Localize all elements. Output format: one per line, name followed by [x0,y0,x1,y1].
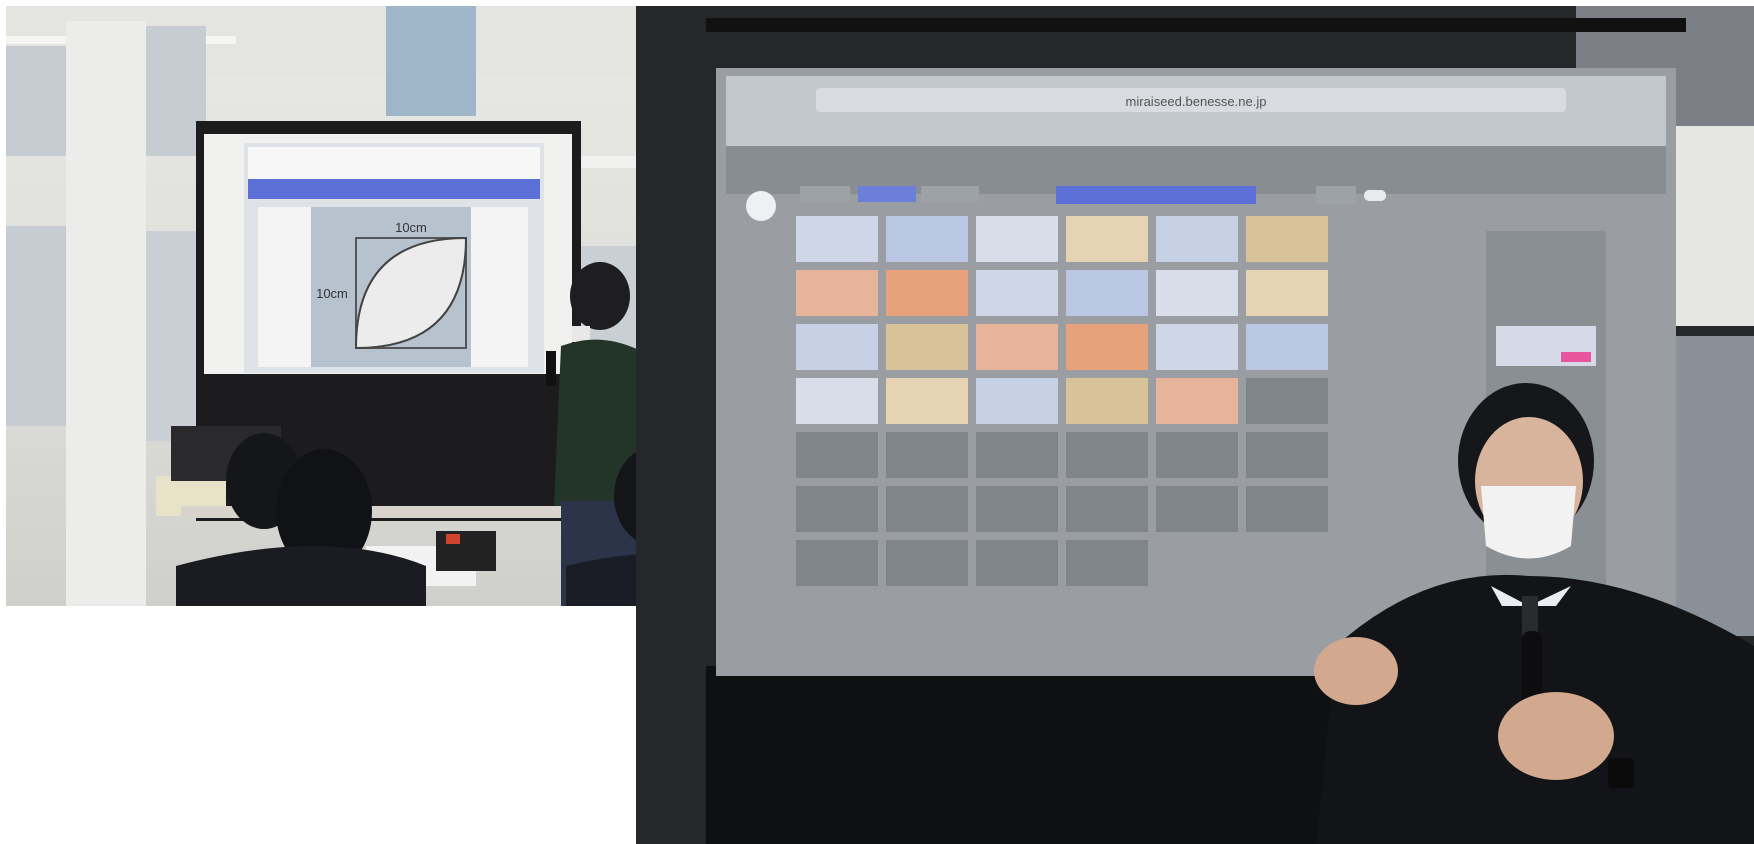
microphone [546,351,556,386]
projected-thumbnail-tile [796,270,878,316]
slide-height-label: 10cm [316,286,348,301]
projected-empty-tile [796,486,878,532]
projected-empty-tile [1066,486,1148,532]
projected-toggle [1364,190,1386,201]
projected-thumbnail-tile [1246,270,1328,316]
projected-browser-bar [248,147,540,179]
right-photo: miraiseed.benesse.ne.jp [636,6,1754,844]
projected-thumbnail-tile [976,270,1058,316]
projected-url: miraiseed.benesse.ne.jp [1126,94,1267,109]
projected-thumbnail-tile [1246,324,1328,370]
projected-tool-button [921,186,979,202]
projected-empty-tile [1156,486,1238,532]
projected-thumbnail-tile [1066,324,1148,370]
window-pane [6,46,66,156]
audience-shoulders [176,546,426,606]
right-photo-scene: miraiseed.benesse.ne.jp [636,6,1754,844]
window-lower [1676,336,1754,636]
projected-empty-tile [886,540,968,586]
white-column [66,21,146,606]
projected-thumbnail-tile [976,216,1058,262]
presenter-mask [572,326,590,342]
presenter-head [570,262,630,330]
projected-thumbnail-tile [976,378,1058,424]
device-on-table [436,531,496,571]
presenter-mask [1481,486,1576,559]
projected-empty-tile [976,540,1058,586]
projected-tool-button [858,186,916,202]
projected-thumbnail-tile [1156,324,1238,370]
projected-empty-tile [1066,540,1148,586]
ceiling-duct [386,6,476,116]
slide-width-label: 10cm [395,220,427,235]
projected-thumbnail-tile [796,378,878,424]
projected-sidebar-pink-button [1561,352,1591,362]
projected-thumbnail-tile [1156,378,1238,424]
presenter-hand-right [1498,692,1614,780]
projected-empty-tile [886,486,968,532]
projected-empty-tile [1066,432,1148,478]
presenter-hand-left [1314,637,1398,705]
wall-panel [1676,126,1754,326]
projected-collapse-icon [746,191,776,221]
projected-toolbar [248,179,540,199]
projected-tool-button [800,186,850,202]
projected-thumbnail-tile [886,270,968,316]
projected-empty-tile [796,432,878,478]
projected-empty-tile [1246,432,1328,478]
projected-thumbnail-tile [1066,378,1148,424]
projected-empty-tile [976,432,1058,478]
projected-empty-tile [976,486,1058,532]
projected-empty-tile [1246,378,1328,424]
red-object [446,534,460,544]
projected-toggle-label [1316,186,1356,204]
projected-thumbnail-tile [1156,216,1238,262]
projected-thumbnail-tile [886,216,968,262]
projected-thumbnail-tile [1156,270,1238,316]
screen-housing [706,18,1686,32]
projected-thumbnail-tile [1066,270,1148,316]
projected-thumbnail-tile [796,324,878,370]
window-pane [6,226,66,426]
projected-thumbnail-tile [886,378,968,424]
window-pane [141,231,201,441]
projected-thumbnail-tile [976,324,1058,370]
wristwatch [1608,758,1634,788]
projected-empty-tile [886,432,968,478]
projected-empty-tile [796,540,878,586]
projected-empty-tile [1156,432,1238,478]
projected-view-switch [1056,186,1256,204]
projected-thumbnail-tile [1246,216,1328,262]
projected-thumbnail-tile [1066,216,1148,262]
projected-empty-tile [1246,486,1328,532]
projected-thumbnail-tile [796,216,878,262]
projected-thumbnail-tile [886,324,968,370]
screen-lower-panel [706,666,1386,844]
